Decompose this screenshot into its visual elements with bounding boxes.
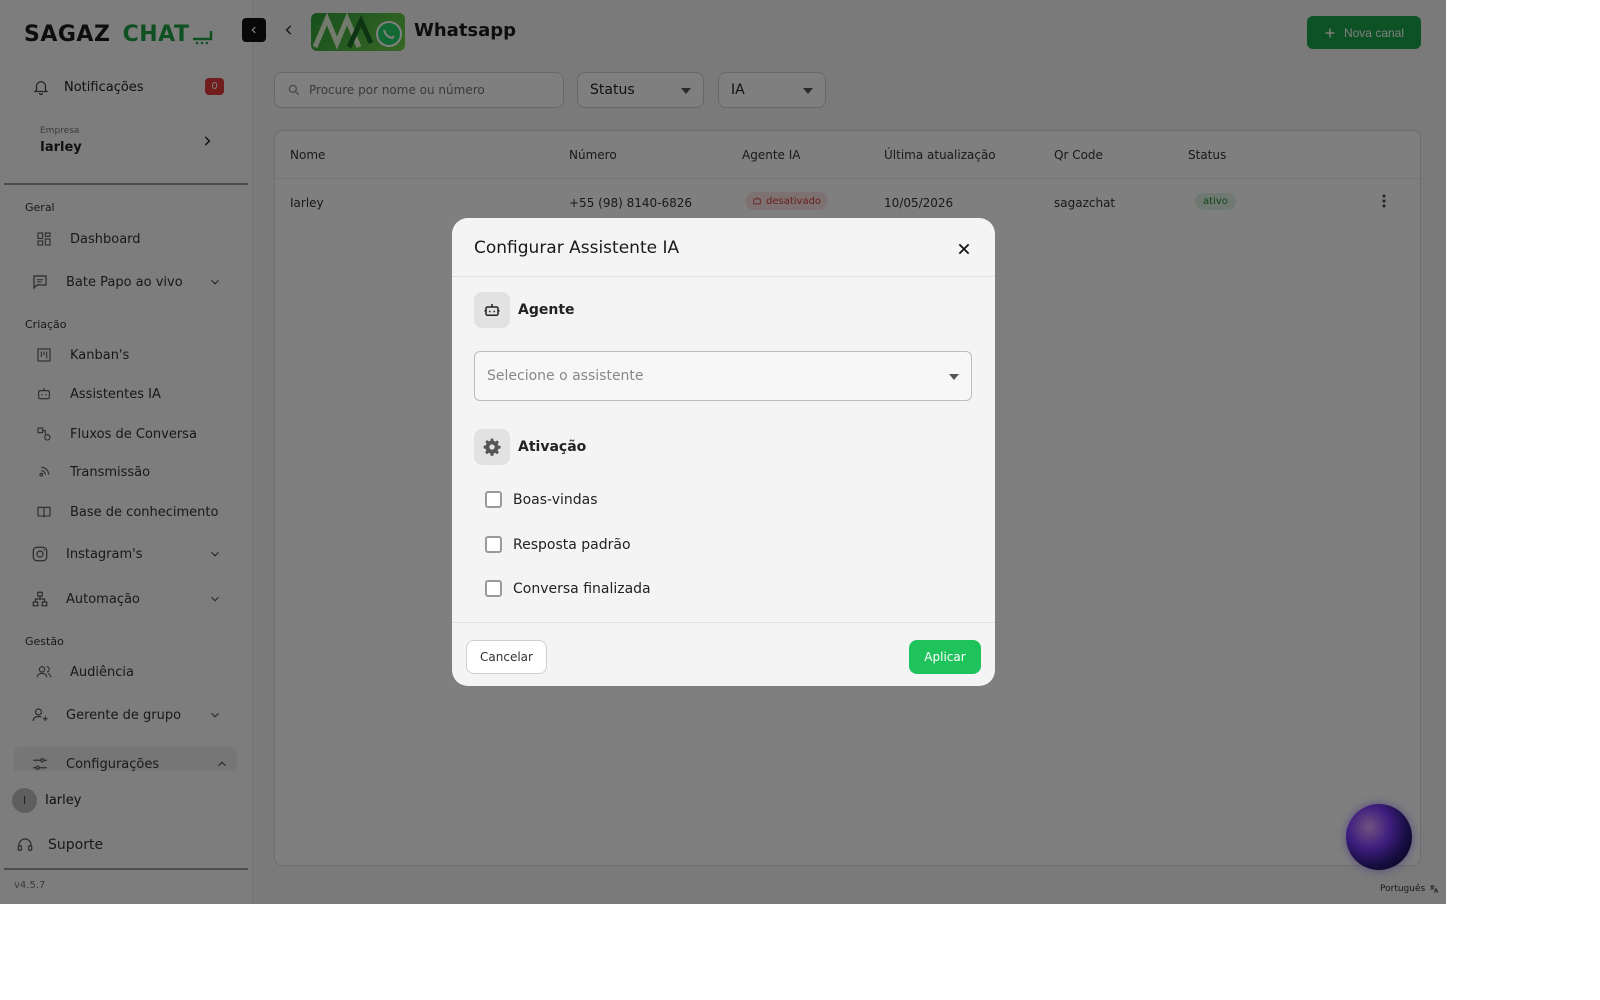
checkbox-conversa-finalizada[interactable]: Conversa finalizada <box>485 580 651 597</box>
app-window: SAGAZ CHAT Notificações 0 Empresa Iarley… <box>0 0 1446 904</box>
dialog-divider <box>452 622 995 623</box>
agent-section-header: Agente <box>474 292 575 328</box>
cancel-button[interactable]: Cancelar <box>466 640 547 674</box>
activation-section-label: Ativação <box>518 439 587 455</box>
close-icon <box>958 243 970 255</box>
activation-section-header: Ativação <box>474 429 586 465</box>
assistant-select[interactable]: Selecione o assistente <box>474 351 972 401</box>
checkbox-label: Conversa finalizada <box>513 580 651 597</box>
robot-icon <box>474 292 510 328</box>
close-dialog-button[interactable] <box>953 238 975 260</box>
dialog-divider <box>452 276 995 277</box>
dialog-title: Configurar Assistente IA <box>474 238 680 258</box>
agent-section-label: Agente <box>518 302 575 318</box>
checkbox-label: Boas-vindas <box>513 491 598 508</box>
configure-ai-assistant-dialog: Configurar Assistente IA Agente Selecion… <box>452 218 995 686</box>
gear-icon <box>474 429 510 465</box>
checkbox-boas-vindas[interactable]: Boas-vindas <box>485 491 598 508</box>
caret-down-icon <box>949 374 959 380</box>
checkbox-label: Resposta padrão <box>513 536 631 553</box>
checkbox[interactable] <box>485 491 502 508</box>
checkbox[interactable] <box>485 536 502 553</box>
assistant-select-placeholder: Selecione o assistente <box>487 368 644 384</box>
checkbox-resposta-padrao[interactable]: Resposta padrão <box>485 536 631 553</box>
apply-button[interactable]: Aplicar <box>909 640 981 674</box>
checkbox[interactable] <box>485 580 502 597</box>
